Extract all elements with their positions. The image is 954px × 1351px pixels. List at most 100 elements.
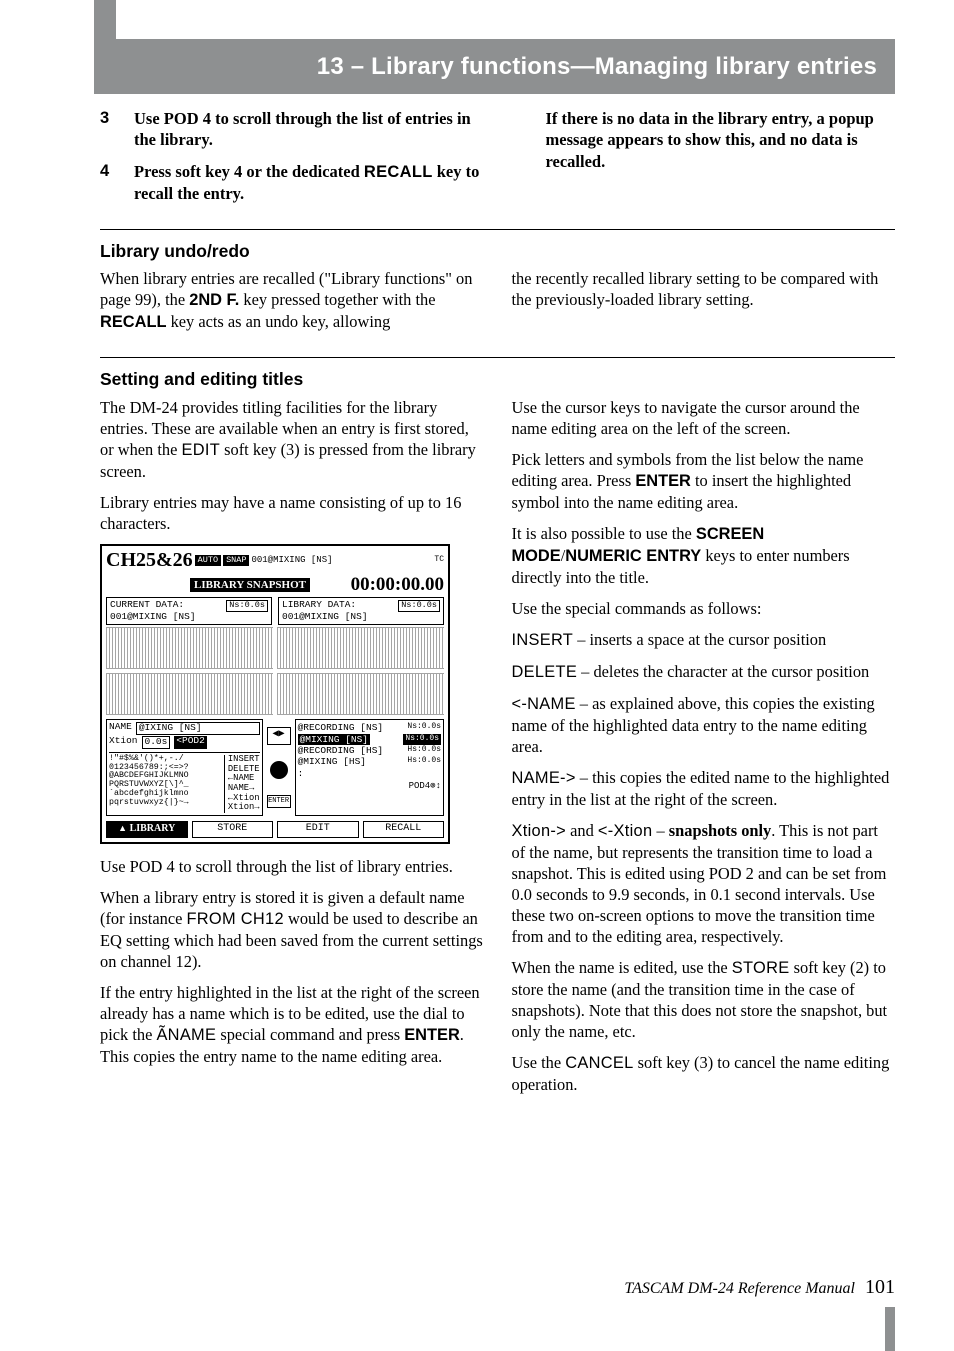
library-data-right: LIBRARY DATA: Ns:0.0s 001@MIXING [NS] xyxy=(278,597,444,625)
t: pqrstuvwxyz{|}~→ xyxy=(109,799,224,808)
softkey-edit: EDIT xyxy=(181,441,220,459)
enter-button: ENTER xyxy=(267,795,291,808)
t: @MIXING [HS] xyxy=(298,756,366,767)
tab-recall: RECALL xyxy=(363,821,445,838)
fig-header: CH25&26 AUTO SNAP 001@MIXING [NS] TC xyxy=(102,546,448,574)
para: Library entries may have a name consisti… xyxy=(100,492,484,534)
section-heading-titles: Setting and editing titles xyxy=(100,368,895,390)
t: Press soft key 4 or the dedicated xyxy=(134,162,364,181)
para: Use the special commands as follows: xyxy=(512,598,896,619)
name-field: @IXING [NS] xyxy=(136,722,260,735)
snap-badge: SNAP xyxy=(223,555,249,566)
tab-store: STORE xyxy=(192,821,274,838)
para: Use the CANCEL soft key (3) to cancel th… xyxy=(512,1052,896,1095)
book-title: TASCAM DM-24 Reference Manual xyxy=(624,1280,855,1297)
step-number: 4 xyxy=(100,161,134,205)
para: Use the cursor keys to navigate the curs… xyxy=(512,397,896,439)
numeric-entry-key: NUMERIC ENTRY xyxy=(565,547,701,565)
waveform-area xyxy=(102,625,448,671)
snapshots-only: snapshots only xyxy=(669,821,772,840)
insert-cmd: INSERT xyxy=(512,631,574,649)
para: Use POD 4 to scroll through the list of … xyxy=(100,856,484,877)
tc-suffix: TC xyxy=(434,555,444,565)
enter-key: ENTER xyxy=(404,1026,460,1044)
snap-mix: 001@MIXING [NS] xyxy=(251,555,332,567)
t: key pressed together with the xyxy=(239,290,435,309)
step-text: Use POD 4 to scroll through the list of … xyxy=(134,108,484,151)
page-number: 101 xyxy=(865,1276,895,1298)
t: 001@MIXING [NS] xyxy=(110,612,268,622)
t: Hs:0.0s xyxy=(407,756,441,767)
undo-block: When library entries are recalled ("Libr… xyxy=(100,268,895,343)
spacer xyxy=(512,108,546,172)
xtion-l-cmd: <-Xtion xyxy=(598,822,653,840)
aname-cmd: ÃNAME xyxy=(156,1026,216,1044)
chapter-title: 13 – Library functions—Managing library … xyxy=(317,53,877,81)
fig-current-row: CURRENT DATA: Ns:0.0s 001@MIXING [NS] LI… xyxy=(102,597,448,625)
divider xyxy=(100,357,895,358)
waveform xyxy=(106,627,273,669)
xtion-r-cmd: Xtion-> xyxy=(512,822,567,840)
para: INSERT – inserts a space at the cursor p… xyxy=(512,629,896,651)
fig-softkeys: ▲ LIBRARY STORE EDIT RECALL xyxy=(102,818,448,838)
chapter-header: 13 – Library functions—Managing library … xyxy=(116,39,895,94)
waveform xyxy=(277,673,444,715)
name-edit-panel: NAME @IXING [NS] Xtion 0.0s <POD2 !"#$%&… xyxy=(106,719,263,816)
key-2ndf: 2ND F. xyxy=(189,291,239,309)
cancel-softkey: CANCEL xyxy=(565,1054,633,1072)
t: : xyxy=(298,768,441,779)
timecode: 00:00:00.00 xyxy=(351,573,444,597)
step-note: If there is no data in the library entry… xyxy=(512,108,896,172)
t: @RECORDING [HS] xyxy=(298,745,384,756)
t: When the name is edited, use the xyxy=(512,958,732,977)
delete-cmd: DELETE xyxy=(512,663,578,681)
charset-grid: !"#$%&'()*+,-./ 0123456789:;<=>? @ABCDEF… xyxy=(109,755,224,813)
para: The DM-24 provides titling facilities fo… xyxy=(100,397,484,482)
para: the recently recalled library setting to… xyxy=(512,268,896,310)
step-number: 3 xyxy=(100,108,134,151)
tab-library: ▲ LIBRARY xyxy=(106,821,188,838)
page-edge-tab xyxy=(885,1307,895,1351)
t: – xyxy=(652,821,668,840)
t: – deletes the character at the cursor po… xyxy=(577,662,869,681)
page-footer: TASCAM DM-24 Reference Manual 101 xyxy=(100,1272,895,1299)
t: – inserts a space at the cursor position xyxy=(573,630,826,649)
library-snapshot-label: LIBRARY SNAPSHOT xyxy=(190,578,310,592)
nav-arrows: ◀▶ ENTER xyxy=(267,719,291,816)
titles-block: The DM-24 provides titling facilities fo… xyxy=(100,397,895,1105)
step-text: If there is no data in the library entry… xyxy=(546,108,896,172)
t: NAME xyxy=(109,722,132,735)
pod2-label: <POD2 xyxy=(174,736,207,749)
from-ch12: FROM CH12 xyxy=(186,910,283,928)
t: Ns:0.0s xyxy=(407,722,441,733)
footer-text: TASCAM DM-24 Reference Manual 101 xyxy=(100,1276,895,1299)
lcd-screenshot: CH25&26 AUTO SNAP 001@MIXING [NS] TC LIB… xyxy=(100,544,450,844)
channel-label: CH25&26 xyxy=(106,548,193,574)
pod4-label: POD4⊚↕ xyxy=(298,781,441,792)
side-tab xyxy=(94,0,116,94)
current-data-left: CURRENT DATA: Ns:0.0s 001@MIXING [NS] xyxy=(106,597,272,625)
t: special command and press xyxy=(216,1025,404,1044)
key-recall: RECALL xyxy=(100,313,166,331)
step-text: Press soft key 4 or the dedicated RECALL… xyxy=(134,161,484,205)
arrow-lr: ◀▶ xyxy=(267,727,291,745)
waveform xyxy=(277,627,444,669)
page-content: 3 Use POD 4 to scroll through the list o… xyxy=(100,108,895,1105)
t: Ns:0.0s xyxy=(403,734,441,745)
step-4: 4 Press soft key 4 or the dedicated RECA… xyxy=(100,161,484,205)
fig-header-2: LIBRARY SNAPSHOT 00:00:00.00 xyxy=(102,573,448,597)
waveform-area xyxy=(102,671,448,717)
tab-edit: EDIT xyxy=(277,821,359,838)
jog-icon xyxy=(270,761,288,779)
step-3: 3 Use POD 4 to scroll through the list o… xyxy=(100,108,484,151)
t: 001@MIXING [NS] xyxy=(282,612,440,622)
t: Hs:0.0s xyxy=(407,745,441,756)
para: When library entries are recalled ("Libr… xyxy=(100,268,484,333)
waveform xyxy=(106,673,273,715)
list-selected: @MIXING [NS] xyxy=(298,734,370,745)
divider xyxy=(100,229,895,230)
entry-list-panel: @RECORDING [NS]Ns:0.0s @MIXING [NS]Ns:0.… xyxy=(295,719,444,816)
para: It is also possible to use the SCREEN MO… xyxy=(512,523,896,588)
para: NAME-> – this copies the edited name to … xyxy=(512,767,896,810)
section-heading-undo: Library undo/redo xyxy=(100,240,895,262)
